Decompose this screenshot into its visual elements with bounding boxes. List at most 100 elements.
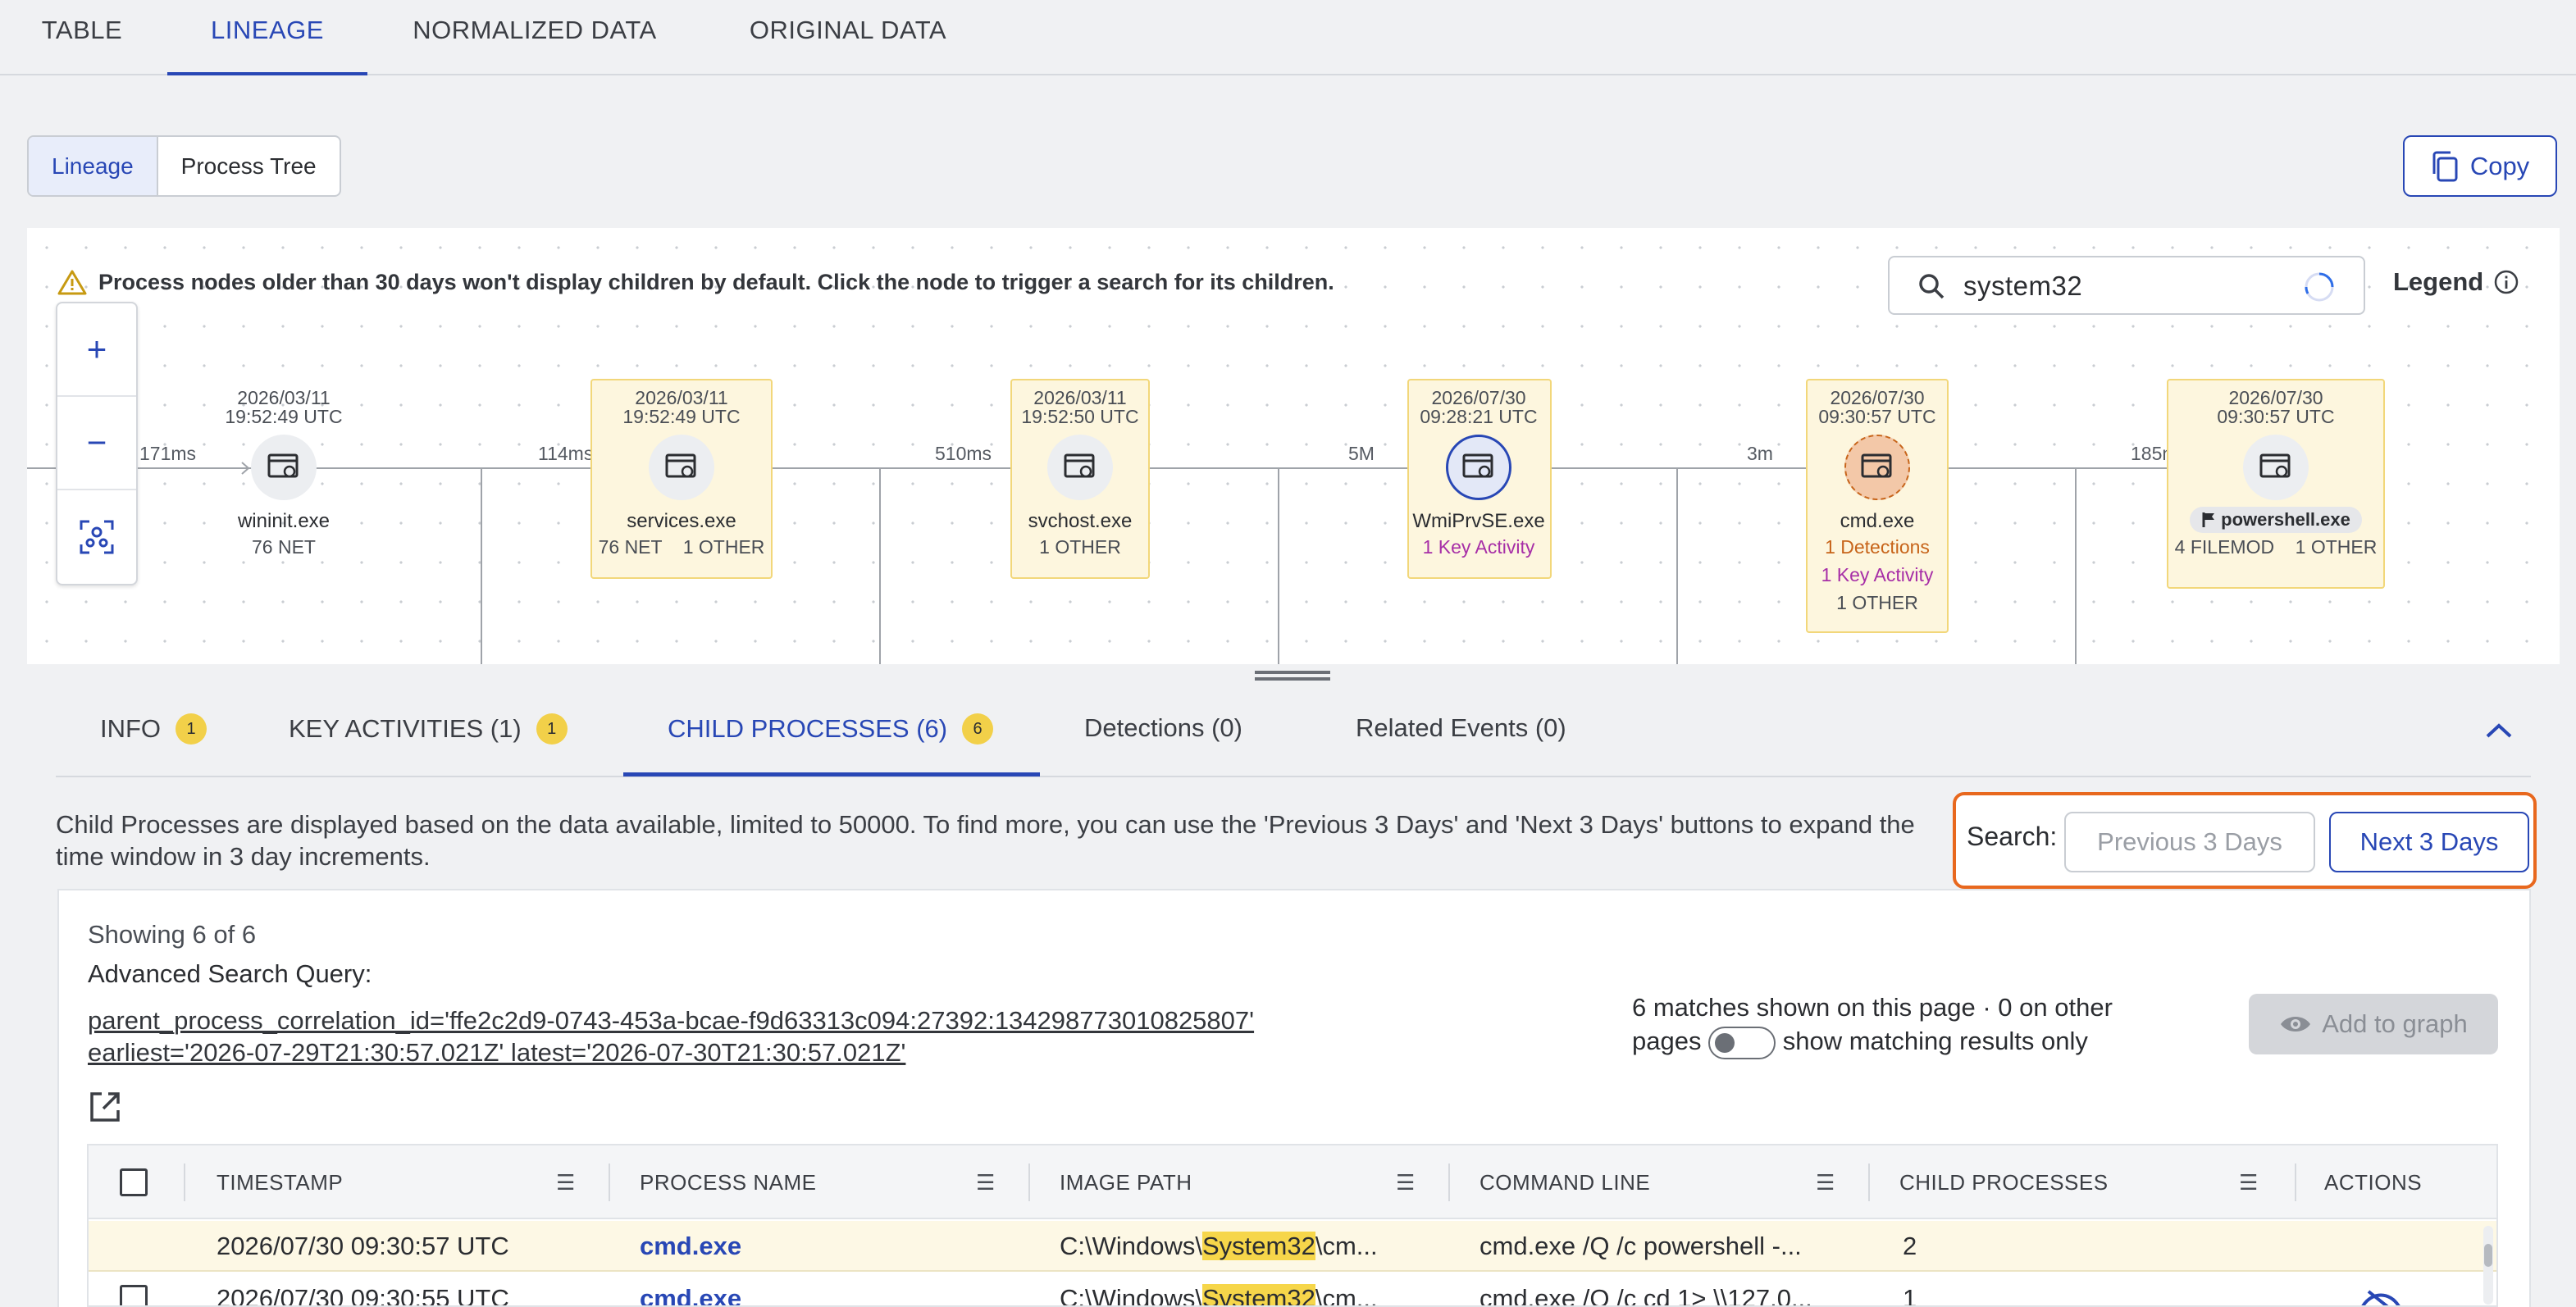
column-divider: [1028, 1164, 1030, 1201]
process-tree-view-button[interactable]: Process Tree: [158, 137, 340, 195]
process-node-cmd[interactable]: 2026/07/30 09:30:57 UTC cmd.exe 1 Detect…: [1771, 389, 1984, 617]
count-badge: 1: [176, 713, 207, 745]
query-label: Advanced Search Query:: [88, 959, 372, 988]
path-prefix: C:\Windows\: [1060, 1284, 1202, 1307]
process-icon: [2243, 435, 2309, 500]
cell-command-line: cmd.exe /Q /c cd 1> \\127.0...: [1479, 1284, 1812, 1307]
node-time: 09:30:57 UTC: [1818, 406, 1936, 427]
advanced-query-link-line2[interactable]: earliest='2026-07-29T21:30:57.021Z' late…: [88, 1036, 905, 1069]
node-name-pill: powershell.exe: [2190, 507, 2362, 533]
process-icon: [1844, 435, 1910, 500]
column-divider: [609, 1164, 610, 1201]
node-key-activity: 1 Key Activity: [1821, 564, 1934, 585]
cell-process-link[interactable]: cmd.exe: [640, 1273, 741, 1305]
column-divider: [184, 1164, 185, 1201]
tab-table[interactable]: TABLE: [33, 0, 131, 75]
next-3-days-button[interactable]: Next 3 Days: [2329, 812, 2529, 872]
count-badge: 6: [962, 713, 994, 745]
copy-label: Copy: [2469, 151, 2530, 180]
row-checkbox[interactable]: [120, 1285, 148, 1305]
column-menu-icon[interactable]: ☰: [1816, 1145, 1835, 1219]
column-command-line[interactable]: COMMAND LINE: [1479, 1145, 1650, 1219]
column-menu-icon[interactable]: ☰: [976, 1145, 996, 1219]
tab-child-processes[interactable]: CHILD PROCESSES (6) 6: [668, 713, 994, 745]
zoom-in-button[interactable]: +: [57, 303, 136, 397]
lineage-view-button[interactable]: Lineage: [29, 137, 158, 195]
node-date: 2026/07/30: [1431, 387, 1526, 408]
table-scrollbar[interactable]: [2483, 1226, 2493, 1305]
process-node-services[interactable]: 2026/03/11 19:52:49 UTC services.exe 76 …: [575, 389, 788, 561]
show-matching-toggle[interactable]: [1708, 1026, 1776, 1059]
table-row[interactable]: 2026/07/30 09:30:55 UTC cmd.exe C:\Windo…: [89, 1273, 2496, 1307]
search-label: Search:: [1967, 822, 2058, 851]
node-date: 2026/07/30: [1830, 387, 1925, 408]
column-divider: [1448, 1164, 1450, 1201]
column-divider: [2295, 1164, 2296, 1201]
tab-label: INFO: [100, 714, 162, 743]
cell-image-path: C:\Windows\System32\cm...: [1060, 1221, 1378, 1272]
column-process-name[interactable]: PROCESS NAME: [640, 1145, 817, 1219]
view-toggle: Lineage Process Tree: [27, 135, 341, 197]
path-suffix: \cm...: [1315, 1284, 1378, 1307]
process-node-wmiprvse[interactable]: 2026/07/30 09:28:21 UTC WmiPrvSE.exe 1 K…: [1372, 389, 1585, 561]
node-time: 09:28:21 UTC: [1420, 406, 1538, 427]
column-menu-icon[interactable]: ☰: [2239, 1145, 2259, 1219]
select-all-checkbox[interactable]: [120, 1168, 148, 1196]
node-name: cmd.exe: [1840, 510, 1915, 532]
column-menu-icon[interactable]: ☰: [1396, 1145, 1416, 1219]
advanced-query-link[interactable]: parent_process_correlation_id='ffe2c2d9-…: [88, 1004, 1254, 1037]
process-node-svchost[interactable]: 2026/03/11 19:52:50 UTC svchost.exe 1 OT…: [973, 389, 1187, 561]
copy-icon: [2432, 151, 2458, 181]
process-icon: [251, 435, 317, 500]
chevron-up-icon[interactable]: [2485, 722, 2513, 740]
cell-process-link[interactable]: cmd.exe: [640, 1221, 741, 1272]
cell-timestamp: 2026/07/30 09:30:57 UTC: [217, 1232, 509, 1260]
table-row[interactable]: 2026/07/30 09:30:57 UTC cmd.exe C:\Windo…: [89, 1221, 2496, 1272]
tab-detections[interactable]: Detections (0): [1084, 713, 1242, 743]
zoom-controls: + −: [56, 302, 138, 585]
tab-related-events[interactable]: Related Events (0): [1356, 713, 1566, 743]
node-name: services.exe: [627, 510, 736, 532]
node-date: 2026/03/11: [1033, 387, 1127, 408]
process-icon: [649, 435, 714, 500]
process-node-wininit[interactable]: 2026/03/11 19:52:49 UTC wininit.exe 76 N…: [177, 389, 390, 561]
matches-text: 6 matches shown on this page · 0 on othe…: [1632, 993, 2113, 1022]
tab-lineage[interactable]: LINEAGE: [167, 0, 367, 75]
eye-icon: [2281, 1017, 2311, 1031]
column-timestamp[interactable]: TIMESTAMP: [217, 1145, 343, 1219]
scrollbar-thumb[interactable]: [2484, 1244, 2492, 1267]
path-suffix: \cm...: [1315, 1232, 1378, 1260]
copy-button[interactable]: Copy: [2403, 135, 2557, 197]
fit-view-button[interactable]: [57, 490, 136, 584]
resize-handle[interactable]: [1255, 671, 1330, 674]
node-date: 2026/07/30: [2228, 387, 2323, 408]
add-to-graph-button[interactable]: Add to graph: [2249, 994, 2498, 1054]
column-menu-icon[interactable]: ☰: [556, 1145, 576, 1219]
column-image-path[interactable]: IMAGE PATH: [1060, 1145, 1192, 1219]
tab-label: CHILD PROCESSES (6): [668, 714, 948, 743]
cell-image-path: C:\Windows\System32\cm...: [1060, 1273, 1378, 1307]
column-child-processes[interactable]: CHILD PROCESSES: [1899, 1145, 2109, 1219]
matches-text-2: pages: [1632, 1027, 1702, 1055]
node-key-activity: 1 Key Activity: [1422, 536, 1535, 558]
path-highlight: System32: [1201, 1284, 1315, 1305]
node-stat: 4 FILEMOD 1 OTHER: [2174, 536, 2378, 558]
tab-normalized-data[interactable]: NORMALIZED DATA: [403, 0, 666, 75]
open-external-icon[interactable]: [89, 1091, 121, 1123]
cell-child-count: 1: [1903, 1284, 1917, 1307]
tab-original-data[interactable]: ORIGINAL DATA: [738, 0, 958, 75]
previous-3-days-button[interactable]: Previous 3 Days: [2064, 812, 2315, 872]
table-header: TIMESTAMP ☰ PROCESS NAME ☰ IMAGE PATH ☰ …: [89, 1145, 2496, 1219]
fit-view-icon: [80, 520, 114, 554]
flag-icon: [2202, 512, 2215, 527]
tab-info[interactable]: INFO 1: [100, 713, 207, 745]
showing-count: Showing 6 of 6: [88, 920, 257, 949]
zoom-out-button[interactable]: −: [57, 397, 136, 490]
process-node-powershell[interactable]: 2026/07/30 09:30:57 UTC powershell.exe 4…: [2169, 389, 2382, 561]
tab-key-activities[interactable]: KEY ACTIVITIES (1) 1: [289, 713, 568, 745]
node-stat: 76 NET 1 OTHER: [598, 536, 765, 558]
hide-icon[interactable]: [2360, 1288, 2401, 1307]
tab-label: KEY ACTIVITIES (1): [289, 714, 522, 743]
cell-timestamp: 2026/07/30 09:30:55 UTC: [217, 1284, 509, 1307]
show-matching-label: show matching results only: [1782, 1027, 2088, 1055]
